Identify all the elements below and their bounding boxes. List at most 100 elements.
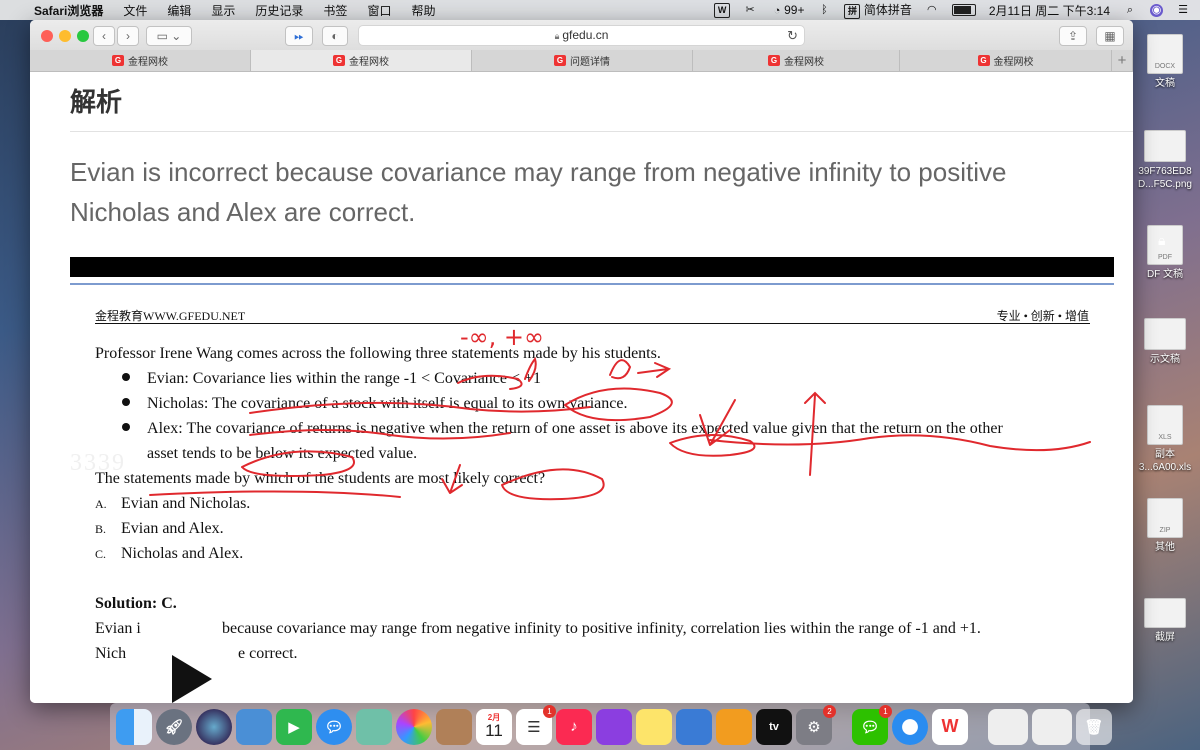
bluetooth-icon[interactable]: ᛒ bbox=[817, 4, 831, 16]
downloads-stack-icon[interactable] bbox=[988, 708, 1028, 745]
contacts-icon[interactable] bbox=[436, 708, 472, 745]
image-file-icon bbox=[1144, 130, 1186, 162]
pdf-file-icon: 🔒︎ PDF bbox=[1147, 225, 1183, 265]
apple-tv-icon[interactable]: tv bbox=[756, 708, 792, 745]
option-letter: C. bbox=[95, 547, 107, 561]
menu-window[interactable]: 窗口 bbox=[367, 2, 391, 19]
trash-icon[interactable]: 🗑︎ bbox=[1076, 708, 1112, 745]
scan-header-left: 金程教育WWW.GFEDU.NET bbox=[95, 309, 246, 323]
tv-label: tv bbox=[769, 720, 779, 733]
menu-view[interactable]: 显示 bbox=[211, 2, 235, 19]
share-button[interactable]: ⇪ bbox=[1059, 26, 1087, 46]
wechat-badge: 1 bbox=[879, 704, 892, 718]
notification-center-icon[interactable]: ☰ bbox=[1176, 4, 1190, 16]
sidebar-icon: ▭ ⌄ bbox=[156, 29, 182, 43]
address-bar[interactable]: 🔒︎ gfedu.cn ↻ bbox=[358, 25, 805, 46]
option-b: B. Evian and Alex. bbox=[95, 520, 224, 538]
reminders-icon[interactable]: ☰ 1 bbox=[516, 704, 556, 745]
desktop-file-pdf[interactable]: 🔒︎ PDF DF 文稿 bbox=[1130, 225, 1200, 281]
back-button[interactable]: ‹ bbox=[93, 26, 115, 46]
maps-icon[interactable] bbox=[356, 708, 392, 745]
scan-header-right: 专业 • 创新 • 增值 bbox=[996, 309, 1089, 323]
annotation-arrow-left bbox=[637, 362, 672, 378]
wps-dock-icon[interactable]: W bbox=[932, 708, 968, 745]
photos-icon[interactable] bbox=[396, 708, 432, 745]
desktop-file-presentation[interactable]: 示文稿 bbox=[1130, 318, 1200, 366]
tab-2-active[interactable]: G 金程网校 bbox=[251, 50, 472, 71]
tab-5[interactable]: G 金程网校 bbox=[900, 50, 1112, 71]
forward-button[interactable]: › bbox=[117, 26, 139, 46]
input-method[interactable]: 拼 简体拼音 bbox=[844, 1, 912, 19]
explanation-line-2: Nicholas and Alex are correct. bbox=[70, 197, 416, 227]
music-icon[interactable]: ♪ bbox=[556, 708, 592, 745]
tab-label: 金程网校 bbox=[784, 57, 824, 68]
messages-icon[interactable]: 💬︎ bbox=[316, 708, 352, 745]
tab-4[interactable]: G 金程网校 bbox=[693, 50, 900, 71]
documents-stack-icon[interactable] bbox=[1032, 708, 1072, 745]
wechat-dock-icon[interactable]: 💬︎ 1 bbox=[852, 704, 892, 745]
desktop-folder-screenshots[interactable]: 截屏 bbox=[1130, 598, 1200, 644]
desktop-file-label: 截屏 bbox=[1155, 632, 1175, 643]
wps-status-icon[interactable]: W bbox=[714, 2, 731, 18]
menu-file[interactable]: 文件 bbox=[123, 2, 147, 19]
pages-icon[interactable] bbox=[716, 708, 752, 745]
question-prompt: The statements made by which of the stud… bbox=[95, 470, 546, 487]
desktop-file-png[interactable]: 39F763ED8 D...F5C.png bbox=[1130, 130, 1200, 191]
lock-icon: 🔒︎ bbox=[554, 31, 560, 41]
facetime-icon[interactable]: ▶ bbox=[276, 708, 312, 745]
battery-icon[interactable] bbox=[951, 4, 976, 16]
menu-help[interactable]: 帮助 bbox=[411, 2, 435, 19]
finder-icon[interactable] bbox=[116, 708, 152, 745]
tab-label: 金程网校 bbox=[128, 57, 168, 68]
calendar-icon[interactable]: 2月 11 bbox=[476, 708, 512, 745]
safari-window: ‹ › ▭ ⌄ ⏩︎ ◐ 🔒︎ gfedu.cn ↻ ⇪ ▦ G 金程网校 G 金程网… bbox=[30, 20, 1133, 703]
sidebar-toggle-button[interactable]: ▭ ⌄ bbox=[146, 26, 192, 46]
app-menu[interactable]: Safari浏览器 bbox=[34, 2, 103, 19]
menu-history[interactable]: 历史记录 bbox=[255, 2, 303, 19]
system-preferences-icon[interactable]: ⚙ 2 bbox=[796, 704, 836, 745]
desktop-file-label: 39F763ED8 D...F5C.png bbox=[1138, 166, 1192, 190]
siri-icon[interactable]: ◉ bbox=[1150, 3, 1163, 17]
screenshot-stack-icon bbox=[1144, 598, 1186, 628]
privacy-report-button[interactable]: ◐ bbox=[322, 26, 348, 46]
menu-edit[interactable]: 编辑 bbox=[167, 2, 191, 19]
desktop-file-label: 文稿 bbox=[1155, 78, 1175, 89]
podcasts-icon[interactable] bbox=[596, 708, 632, 745]
video-play-icon[interactable] bbox=[172, 655, 212, 703]
gfedu-favicon-icon: G bbox=[977, 55, 990, 66]
reload-icon[interactable]: ↻ bbox=[787, 26, 798, 45]
chevron-left-icon: ‹ bbox=[102, 29, 106, 43]
tab-1[interactable]: G 金程网校 bbox=[30, 50, 251, 71]
wifi-icon[interactable]: ◠ bbox=[925, 4, 939, 16]
spotlight-search-icon[interactable]: ⌕ bbox=[1123, 4, 1137, 16]
siri-dock-icon[interactable] bbox=[196, 708, 232, 745]
close-window-button[interactable] bbox=[41, 30, 53, 42]
dock: 🚀︎ ▶ 💬︎ 2月 11 ☰ 1 ♪ tv ⚙ 2 💬︎ 1 W 🗑︎ bbox=[110, 703, 1112, 750]
tab-3[interactable]: G 问题详情 bbox=[472, 50, 693, 71]
shield-icon: ◐ bbox=[331, 29, 339, 43]
zoom-window-button[interactable] bbox=[77, 30, 89, 42]
lock-icon: 🔒︎ bbox=[1158, 232, 1166, 248]
clock[interactable]: 2月11日 周二 下午3:14 bbox=[989, 2, 1110, 19]
scissors-icon[interactable]: ✂ bbox=[743, 4, 757, 16]
desktop-file-xls[interactable]: XLS 副本 3...6A00.xls bbox=[1130, 405, 1200, 474]
minimize-window-button[interactable] bbox=[59, 30, 71, 42]
preview-icon[interactable] bbox=[236, 708, 272, 745]
launchpad-icon[interactable]: 🚀︎ bbox=[156, 708, 192, 745]
option-letter: A. bbox=[95, 497, 107, 511]
keynote-icon[interactable] bbox=[676, 708, 712, 745]
extension-button[interactable]: ⏩︎ bbox=[285, 26, 313, 46]
notes-icon[interactable] bbox=[636, 708, 672, 745]
wechat-status-item[interactable]: ◔ 99+ bbox=[770, 3, 805, 17]
desktop-file-docx[interactable]: DOCX 文稿 bbox=[1130, 34, 1200, 90]
option-text: Nicholas and Alex. bbox=[121, 545, 244, 562]
safari-dock-icon[interactable] bbox=[892, 708, 928, 745]
menu-bookmarks[interactable]: 书签 bbox=[323, 2, 347, 19]
tab-overview-button[interactable]: ▦ bbox=[1096, 26, 1124, 46]
annotation-circle-above bbox=[669, 434, 756, 457]
question-text: Professor Irene Wang comes across the fo… bbox=[95, 345, 661, 362]
desktop-file-zip[interactable]: ZIP 其他 bbox=[1130, 498, 1200, 554]
new-tab-button[interactable]: + bbox=[1112, 50, 1133, 71]
statement-evian: Evian: Covariance lies within the range … bbox=[147, 370, 542, 387]
annotated-question-image[interactable]: 3339 金程教育WWW.GFEDU.NET 专业 • 创新 • 增值 Prof… bbox=[70, 283, 1114, 703]
